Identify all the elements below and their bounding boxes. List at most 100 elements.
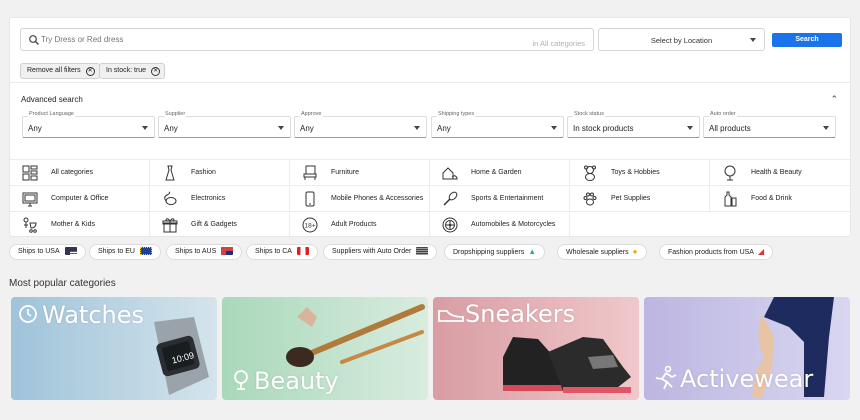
popular-card-activewear[interactable]: Activewear [644, 297, 850, 400]
dress-icon [165, 165, 175, 181]
canada-flag-icon [296, 247, 309, 256]
card-label: Beauty [254, 367, 339, 395]
quick-filter-label: Ships to AUS [175, 248, 217, 255]
category-food-drink[interactable]: Food & Drink [710, 186, 850, 212]
quick-filter-label: Ships to USA [18, 248, 60, 255]
filter-label: Approve [300, 111, 323, 117]
category-pet-supplies[interactable]: Pet Supplies [570, 186, 710, 212]
stroller-icon [23, 217, 37, 233]
category-label: Automobiles & Motorcycles [471, 221, 556, 228]
quick-filter-label: Ships to EU [98, 248, 135, 255]
australia-flag-icon [221, 247, 234, 256]
filter-chip-in-stock[interactable]: In stock: true ✕ [99, 63, 166, 79]
card-label: Sneakers [465, 300, 576, 328]
chevron-down-icon [687, 126, 693, 130]
card-label: Watches [42, 301, 144, 329]
sneaker-icon [438, 310, 464, 322]
category-label: Adult Products [331, 221, 377, 228]
category-all-categories[interactable]: All categories [10, 160, 150, 186]
filter-value: In stock products [573, 124, 634, 133]
filter-shipping-types[interactable]: Shipping types Any [431, 111, 564, 138]
filter-supplier[interactable]: Supplier Any [158, 111, 291, 138]
quick-filter-ships-to-ca[interactable]: Ships to CA [246, 244, 318, 260]
bottle-icon [724, 191, 737, 207]
category-gift-gadgets[interactable]: Gift & Gadgets [150, 212, 290, 238]
category-mother-kids[interactable]: Mother & Kids [10, 212, 150, 238]
chevron-up-icon[interactable]: ⌃ [830, 94, 838, 105]
shoe-icon: ◢ [757, 247, 765, 256]
close-icon[interactable]: ✕ [151, 67, 161, 76]
auto-order-icon [416, 247, 429, 256]
search-icon [29, 35, 39, 45]
svg-text:18+: 18+ [304, 223, 315, 230]
runner-icon [655, 365, 677, 390]
category-adult-products[interactable]: 18+ Adult Products [290, 212, 430, 238]
category-label: All categories [51, 169, 94, 176]
racket-icon [443, 191, 458, 206]
teddy-bear-icon [584, 165, 596, 181]
filter-product-language[interactable]: Product Language Any [22, 111, 155, 138]
quick-filter-fashion-usa[interactable]: Fashion products from USA ◢ [659, 244, 774, 260]
category-electronics[interactable]: Electronics [150, 186, 290, 212]
search-input[interactable]: Try Dress or Red dress in All categories [20, 28, 594, 51]
popular-card-sneakers[interactable]: Sneakers [433, 297, 639, 400]
category-automobiles[interactable]: Automobiles & Motorcycles [430, 212, 570, 238]
quick-filter-dropshipping[interactable]: Dropshipping suppliers ▲ [444, 244, 546, 260]
filter-label: Product Language [28, 111, 75, 117]
quick-filter-ships-to-usa[interactable]: Ships to USA [9, 244, 86, 260]
category-toys-hobbies[interactable]: Toys & Hobbies [570, 160, 710, 186]
quick-filter-label: Dropshipping suppliers [453, 248, 525, 256]
filter-label: Shipping types [437, 111, 476, 117]
wholesale-icon: ● [632, 247, 638, 256]
quick-filter-ships-to-eu[interactable]: Ships to EU [89, 244, 161, 260]
location-select-label: Select by Location [650, 36, 713, 45]
category-label: Toys & Hobbies [611, 169, 660, 176]
chevron-down-icon [551, 126, 557, 130]
chevron-down-icon [414, 126, 420, 130]
mouse-icon [164, 191, 177, 205]
popular-card-watches[interactable]: Watches 10:09 [11, 297, 217, 400]
category-label: Mother & Kids [51, 221, 95, 228]
filter-auto-order[interactable]: Auto order All products [703, 111, 836, 138]
category-health-beauty[interactable]: Health & Beauty [710, 160, 850, 186]
chair-icon [303, 165, 317, 180]
filter-stock-status[interactable]: Stock status In stock products [567, 111, 700, 138]
quick-filter-auto-order-suppliers[interactable]: Suppliers with Auto Order [323, 244, 438, 260]
watch-product-image: 10:09 [154, 317, 209, 395]
search-button[interactable]: Search [772, 33, 842, 47]
card-label: Activewear [680, 365, 814, 393]
category-sports-entertainment[interactable]: Sports & Entertainment [430, 186, 570, 212]
quick-filter-wholesale[interactable]: Wholesale suppliers ● [557, 244, 647, 260]
category-label: Gift & Gadgets [191, 221, 237, 228]
close-icon[interactable]: ✕ [85, 67, 95, 76]
filter-label: Stock status [573, 111, 605, 117]
quick-filter-label: Suppliers with Auto Order [332, 248, 412, 255]
remove-all-filters-label: Remove all filters [27, 67, 81, 74]
remove-all-filters-chip[interactable]: Remove all filters ✕ [20, 63, 100, 79]
category-label: Sports & Entertainment [471, 195, 544, 202]
usa-flag-icon [64, 247, 77, 256]
quick-filter-ships-to-aus[interactable]: Ships to AUS [166, 244, 243, 260]
filter-approve[interactable]: Approve Any [294, 111, 427, 138]
house-icon [442, 167, 458, 180]
popular-card-beauty[interactable]: Beauty [222, 297, 428, 400]
category-label: Electronics [191, 195, 226, 202]
advanced-search-title: Advanced search [21, 95, 83, 104]
divider [10, 82, 850, 83]
category-mobile-phones[interactable]: Mobile Phones & Accessories [290, 186, 430, 212]
filter-value: Any [28, 124, 42, 133]
category-fashion[interactable]: Fashion [150, 160, 290, 186]
chevron-down-icon [278, 126, 284, 130]
search-placeholder: Try Dress or Red dress [41, 35, 124, 44]
category-home-garden[interactable]: Home & Garden [430, 160, 570, 186]
category-grid: All categories Fashion Furniture Home & … [10, 160, 850, 238]
location-select[interactable]: Select by Location [598, 28, 765, 51]
filter-value: All products [709, 124, 751, 133]
category-computer-office[interactable]: Computer & Office [10, 186, 150, 212]
category-furniture[interactable]: Furniture [290, 160, 430, 186]
category-label: Health & Beauty [751, 169, 802, 176]
quick-filter-label: Ships to CA [255, 248, 292, 255]
monitor-icon [22, 192, 38, 207]
category-label: Fashion [191, 169, 216, 176]
popular-categories-title: Most popular categories [9, 278, 116, 289]
